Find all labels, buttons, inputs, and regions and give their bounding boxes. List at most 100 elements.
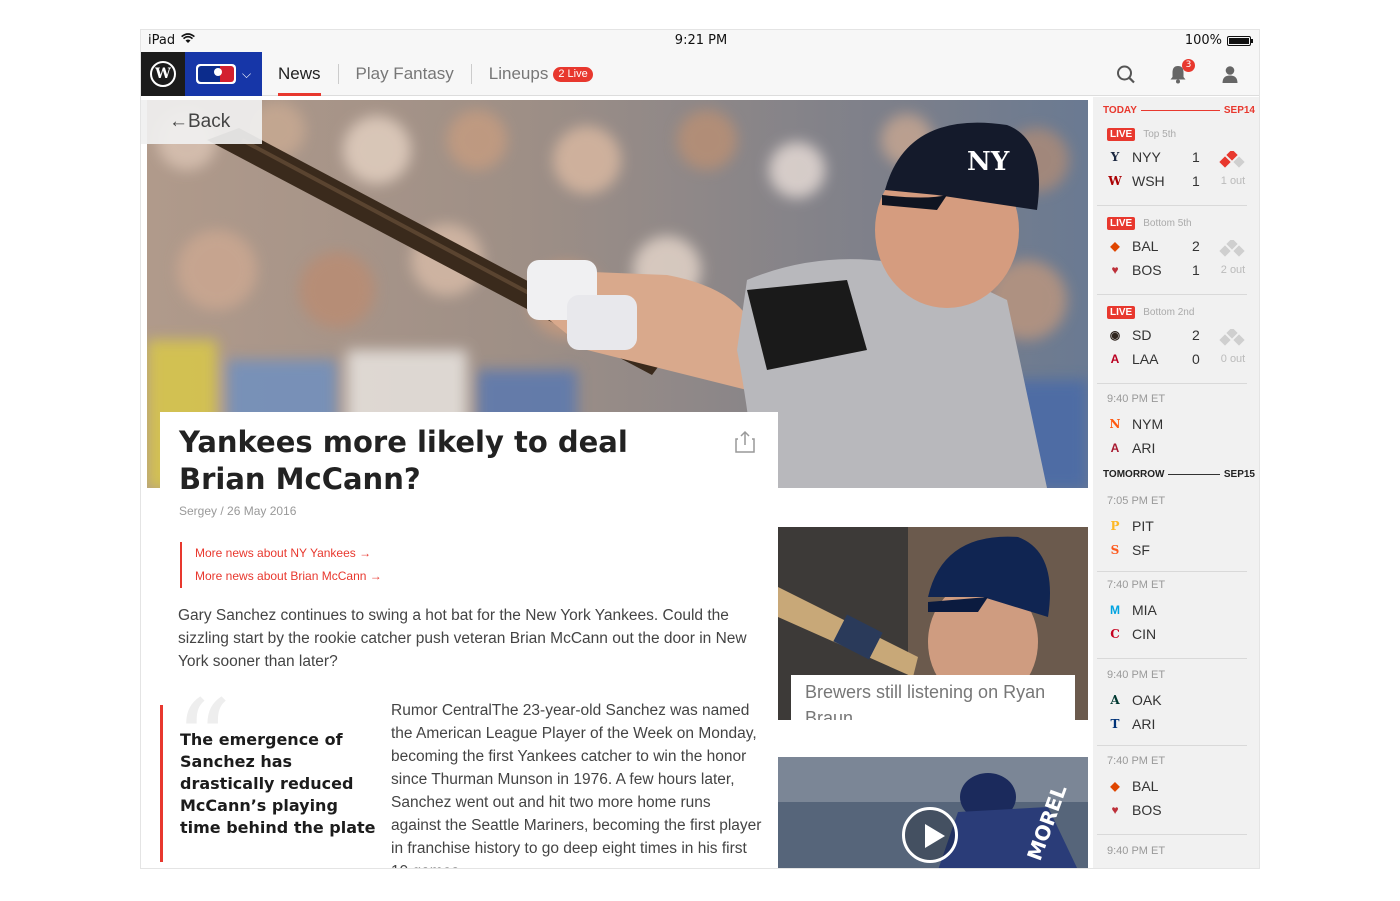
game-next[interactable]: 9:40 PM ET	[1107, 845, 1247, 857]
team-row: N NYM	[1107, 415, 1207, 433]
nav-tabs: News Play Fantasy Lineups 2 Live	[277, 52, 594, 96]
status-bar: iPad 9:21 PM 100%	[141, 30, 1259, 52]
inning-label: Top 5th	[1143, 128, 1177, 140]
team-row: S SF	[1107, 541, 1207, 559]
outs-label: 0 out	[1220, 353, 1246, 365]
live-game-nyy-wsh[interactable]: LIVE Top 5th Y NYY 1 W WSH 1 1 out	[1107, 127, 1247, 189]
bell-icon[interactable]: 3	[1167, 59, 1195, 85]
team-row: Y NYY 1	[1107, 148, 1207, 166]
tomorrow-header: TOMORROW SEP15	[1103, 468, 1255, 480]
notification-count-badge: 3	[1182, 59, 1195, 72]
game-time: 7:40 PM ET	[1107, 579, 1166, 591]
clock: 9:21 PM	[674, 33, 728, 48]
related-link-mccann[interactable]: More news about Brian McCann →	[195, 565, 382, 588]
league-selector[interactable]: ⌵	[185, 52, 262, 96]
live-game-sd-laa[interactable]: LIVE Bottom 2nd ◉ SD 2 A LAA 0 0 out	[1107, 305, 1247, 367]
article-headline: Yankees more likely to deal Brian McCann…	[179, 425, 628, 496]
pull-quote: “ The emergence of Sanchez has drastical…	[160, 685, 376, 862]
nyy-logo-icon: Y	[1110, 150, 1120, 164]
team-row: M MIA	[1107, 601, 1207, 619]
story-card-braun[interactable]: Brewers still listening on Ryan Braun	[778, 527, 1088, 720]
outs-label: 1 out	[1220, 175, 1246, 187]
divider	[1097, 745, 1247, 746]
orioles-logo-icon: ◆	[1110, 779, 1120, 793]
play-button[interactable]	[902, 807, 958, 863]
game-time: 7:40 PM ET	[1107, 755, 1166, 767]
bases-diamond-icon	[1219, 240, 1245, 257]
bases-diamond-icon	[1219, 151, 1245, 168]
inning-label: Bottom 5th	[1143, 217, 1192, 229]
ipad-screen: iPad 9:21 PM 100% W ⌵ News Play Fantasy …	[140, 29, 1260, 869]
padres-logo-icon: ◉	[1109, 328, 1121, 342]
tab-play-fantasy[interactable]: Play Fantasy	[355, 52, 455, 96]
wsh-logo-icon: W	[1108, 174, 1122, 188]
game-pit-sf[interactable]: 7:05 PM ET P PIT S SF	[1107, 495, 1247, 558]
tab-divider	[470, 64, 472, 84]
live-count-badge: 2 Live	[553, 66, 593, 82]
tab-divider	[337, 64, 339, 84]
dbacks-logo-icon: A	[1110, 441, 1120, 455]
live-tag: LIVE	[1107, 305, 1136, 319]
divider	[1097, 205, 1247, 206]
related-links: More news about NY Yankees → More news a…	[180, 542, 382, 588]
giants-logo-icon: S	[1110, 543, 1120, 557]
mets-logo-icon: N	[1109, 417, 1121, 431]
video-card[interactable]: MOREL	[778, 757, 1088, 868]
live-game-bal-bos[interactable]: LIVE Bottom 5th ◆ BAL 2 ♥ BOS 1 2 out	[1107, 216, 1247, 278]
game-time: 9:40 PM ET	[1107, 845, 1166, 857]
article-body: Rumor CentralThe 23-year-old Sanchez was…	[391, 702, 762, 868]
tab-news[interactable]: News	[277, 52, 322, 96]
team-row: ◉ SD 2	[1107, 326, 1207, 344]
game-time: 9:40 PM ET	[1107, 669, 1166, 681]
team-row: C CIN	[1107, 625, 1207, 643]
team-row: ♥ BOS 1	[1107, 261, 1207, 279]
angels-logo-icon: A	[1110, 352, 1120, 366]
back-button[interactable]: ← Back	[141, 100, 262, 144]
app-logo[interactable]: W	[141, 52, 185, 96]
game-oak-ari[interactable]: 9:40 PM ET A OAK T ARI	[1107, 669, 1247, 732]
divider	[1097, 834, 1247, 835]
live-tag: LIVE	[1107, 127, 1136, 141]
game-time: 9:40 PM ET	[1107, 393, 1166, 405]
team-row: A LAA 0	[1107, 350, 1207, 368]
marlins-logo-icon: M	[1110, 603, 1120, 617]
top-navigation: W ⌵ News Play Fantasy Lineups 2 Live 3	[141, 52, 1259, 96]
divider	[1097, 383, 1247, 384]
game-nym-ari[interactable]: 9:40 PM ET N NYM A ARI	[1107, 393, 1247, 456]
user-icon[interactable]	[1219, 63, 1241, 85]
athletics-logo-icon: A	[1110, 693, 1120, 707]
team-row: T ARI	[1107, 715, 1207, 733]
team-row: A OAK	[1107, 691, 1207, 709]
team-row: ♥ BOS	[1107, 801, 1207, 819]
game-bal-bos[interactable]: 7:40 PM ET ◆ BAL ♥ BOS	[1107, 755, 1247, 818]
scoreboard-sidebar: TODAY SEP14 LIVE Top 5th Y NYY 1 W WSH 1 1 ou…	[1093, 97, 1259, 868]
team-row: A ARI	[1107, 439, 1207, 457]
arrow-left-icon: ←	[169, 111, 188, 132]
battery-icon	[1227, 35, 1253, 46]
search-icon[interactable]	[1115, 63, 1137, 85]
article-card: Yankees more likely to deal Brian McCann…	[160, 412, 778, 868]
outs-label: 2 out	[1220, 264, 1246, 276]
pirates-logo-icon: P	[1110, 519, 1120, 533]
share-icon[interactable]	[734, 430, 756, 454]
red-sox-logo-icon: ♥	[1111, 803, 1119, 817]
svg-text:NY: NY	[967, 147, 1010, 177]
inning-label: Bottom 2nd	[1143, 306, 1195, 318]
rangers-logo-icon: T	[1110, 717, 1120, 731]
mlb-logo-icon	[196, 64, 236, 84]
game-mia-cin[interactable]: 7:40 PM ET M MIA C CIN	[1107, 579, 1247, 642]
divider	[1097, 294, 1247, 295]
w-logo-icon: W	[150, 61, 176, 87]
divider	[1097, 571, 1247, 572]
battery-label: 100%	[1184, 33, 1222, 48]
story-caption-braun: Brewers still listening on Ryan Braun	[791, 675, 1075, 720]
pull-quote-text: The emergence of Sanchez has drastically…	[180, 730, 376, 837]
related-link-yankees[interactable]: More news about NY Yankees →	[195, 542, 382, 565]
live-tag: LIVE	[1107, 216, 1136, 230]
tab-lineups[interactable]: Lineups 2 Live	[488, 52, 594, 96]
team-row: W WSH 1	[1108, 173, 1200, 189]
reds-logo-icon: C	[1110, 627, 1120, 641]
chevron-down-icon: ⌵	[242, 66, 252, 81]
team-row: ◆ BAL	[1107, 777, 1207, 795]
team-row: ◆ BAL 2	[1107, 237, 1207, 255]
